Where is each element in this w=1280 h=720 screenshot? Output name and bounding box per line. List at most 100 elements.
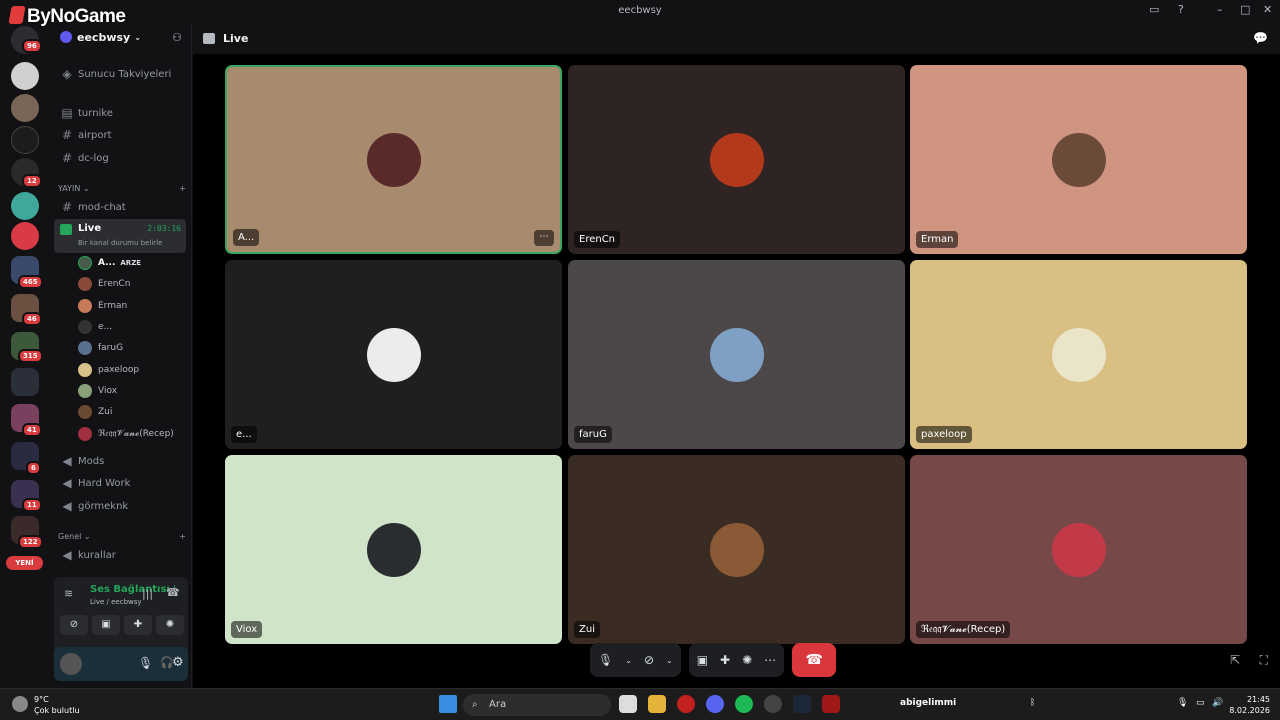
- new-badge[interactable]: YENİ: [6, 556, 43, 570]
- camera-button[interactable]: ⊘: [60, 615, 88, 635]
- channel-airport[interactable]: # airport: [54, 125, 186, 145]
- steam-icon[interactable]: [793, 695, 811, 713]
- server-icon[interactable]: [11, 192, 39, 220]
- server-icon[interactable]: [11, 62, 39, 90]
- bluetooth-icon[interactable]: ᛒ: [1030, 698, 1035, 708]
- task-view-icon[interactable]: [619, 695, 637, 713]
- more-options-icon[interactable]: ⋯: [534, 230, 554, 246]
- guild-header[interactable]: eecbwsy ⌄ ⚇: [50, 22, 192, 52]
- channel-dc-log[interactable]: # dc-log: [54, 148, 186, 168]
- microphone-icon[interactable]: 🎙: [138, 656, 153, 670]
- forum-icon: ▤: [61, 106, 73, 120]
- category-genel[interactable]: Genel ⌄ +: [58, 532, 186, 541]
- file-explorer-icon[interactable]: [648, 695, 666, 713]
- disconnect-button[interactable]: ☎: [792, 643, 837, 677]
- chat-icon[interactable]: 💬: [1253, 31, 1268, 45]
- screen-share-button[interactable]: ▣: [92, 615, 120, 635]
- voice-user[interactable]: ErenCn: [78, 274, 186, 294]
- volume-icon[interactable]: 🔊: [1212, 698, 1223, 708]
- add-channel-icon[interactable]: +: [179, 532, 186, 541]
- tray-username[interactable]: abigelimmi: [900, 698, 956, 708]
- call-timer: 2:03:16: [147, 224, 181, 233]
- more-icon[interactable]: ⋯: [764, 653, 776, 667]
- add-channel-icon[interactable]: +: [179, 184, 186, 193]
- channel-live-active[interactable]: Live 2:03:16 Bir kanal durumu belirle: [54, 219, 186, 253]
- popout-icon[interactable]: ⇱: [1230, 653, 1240, 667]
- server-icon[interactable]: [11, 126, 39, 154]
- weather-widget[interactable]: 9°C Çok bulutlu: [34, 694, 80, 716]
- channel-hard-work[interactable]: ◀ Hard Work: [54, 473, 186, 493]
- voice-user[interactable]: Zui: [78, 402, 186, 422]
- participant-name: e...: [231, 426, 257, 443]
- app-icon[interactable]: [764, 695, 782, 713]
- participant-tile[interactable]: Zui: [568, 455, 905, 644]
- maximize-icon[interactable]: □: [1240, 3, 1250, 16]
- voice-user[interactable]: faruG: [78, 338, 186, 358]
- boost-icon: ◈: [62, 67, 72, 81]
- server-icon[interactable]: [11, 222, 39, 250]
- participant-tile[interactable]: Viox: [225, 455, 562, 644]
- avatar: [78, 363, 92, 377]
- discord-icon[interactable]: [706, 695, 724, 713]
- soundboard-button[interactable]: ✺: [156, 615, 184, 635]
- channel-mod-chat[interactable]: # mod-chat: [54, 197, 186, 217]
- spotify-icon[interactable]: [735, 695, 753, 713]
- activities-icon[interactable]: ✚: [720, 653, 730, 667]
- fullscreen-icon[interactable]: ⛶: [1260, 653, 1268, 668]
- disconnect-icon[interactable]: ☎: [166, 586, 180, 599]
- windows-taskbar: 9°C Çok bulutlu ⌕ Ara abigelimmi ᛒ 🎙 ▭ 🔊…: [0, 688, 1280, 720]
- participant-tile[interactable]: e...: [225, 260, 562, 449]
- channel-kurallar[interactable]: ◀ kurallar: [54, 545, 186, 565]
- voice-location[interactable]: Live / eecbwsy: [90, 598, 142, 606]
- settings-gear-icon[interactable]: ⚙: [172, 655, 184, 670]
- avatar: [366, 522, 421, 577]
- noise-suppression-icon[interactable]: |||: [142, 587, 153, 600]
- clock[interactable]: 21:45 8.02.2026: [1229, 694, 1270, 716]
- channel-gormeknk[interactable]: ◀ görmeknk: [54, 496, 186, 516]
- voice-user[interactable]: e...: [78, 317, 186, 337]
- connection-icon: ≋: [64, 587, 74, 600]
- network-icon[interactable]: ▭: [1196, 698, 1205, 708]
- taskbar-search[interactable]: ⌕ Ara: [463, 694, 611, 716]
- channel-turnike[interactable]: ▤ turnike: [54, 103, 186, 123]
- server-folder-icon[interactable]: [11, 368, 39, 396]
- participant-tile[interactable]: ErenCn: [568, 65, 905, 254]
- help-icon[interactable]: ?: [1178, 3, 1184, 16]
- screen-share-icon[interactable]: ▣: [697, 653, 708, 667]
- participant-tile[interactable]: faruG: [568, 260, 905, 449]
- minimize-icon[interactable]: –: [1217, 3, 1223, 16]
- voice-user[interactable]: Erman: [78, 296, 186, 316]
- camera-off-icon[interactable]: ⊘: [644, 653, 654, 667]
- opera-icon[interactable]: [677, 695, 695, 713]
- activities-button[interactable]: ✚: [124, 615, 152, 635]
- close-icon[interactable]: ✕: [1263, 3, 1272, 16]
- participant-tile[interactable]: paxeloop: [910, 260, 1247, 449]
- channel-sunucu-takviyeleri[interactable]: ◈ Sunucu Takviyeleri: [54, 64, 186, 84]
- microphone-icon[interactable]: 🎙: [598, 653, 613, 667]
- hash-icon: #: [61, 128, 73, 142]
- speaker-icon: ◀: [62, 499, 72, 513]
- participant-tile[interactable]: ℜ𝔢𝔮𝔮𝓥𝓪𝓷𝓮(Recep): [910, 455, 1247, 644]
- voice-user[interactable]: ℜ𝔢𝔮𝔮𝓥𝓪𝓷𝓮(Recep): [78, 424, 186, 444]
- channel-mods[interactable]: ◀ Mods: [54, 451, 186, 471]
- chevron-down-icon[interactable]: ⌄: [666, 656, 673, 665]
- voice-user[interactable]: A... ARZE: [78, 253, 186, 273]
- avatar[interactable]: [60, 653, 82, 675]
- chevron-down-icon[interactable]: ⌄: [625, 656, 632, 665]
- voice-user[interactable]: Viox: [78, 381, 186, 401]
- channel-sidebar: eecbwsy ⌄ ⚇ ◈ Sunucu Takviyeleri ▤ turni…: [50, 22, 192, 688]
- participant-tile[interactable]: Erman: [910, 65, 1247, 254]
- invite-icon[interactable]: ⚇: [172, 31, 182, 44]
- inbox-icon[interactable]: ▭: [1149, 3, 1159, 16]
- server-icon[interactable]: [11, 94, 39, 122]
- avatar: [709, 327, 764, 382]
- soundboard-icon[interactable]: ✺: [742, 653, 752, 667]
- category-yayin[interactable]: YAYIN ⌄ +: [58, 184, 186, 193]
- app-icon[interactable]: [822, 695, 840, 713]
- windows-start-icon[interactable]: [439, 695, 457, 713]
- microphone-icon[interactable]: 🎙: [1177, 698, 1188, 708]
- channel-status[interactable]: Bir kanal durumu belirle: [78, 239, 162, 247]
- participant-tile[interactable]: A... ⋯: [225, 65, 562, 254]
- participant-name: ErenCn: [574, 231, 621, 248]
- voice-user[interactable]: paxeloop: [78, 360, 186, 380]
